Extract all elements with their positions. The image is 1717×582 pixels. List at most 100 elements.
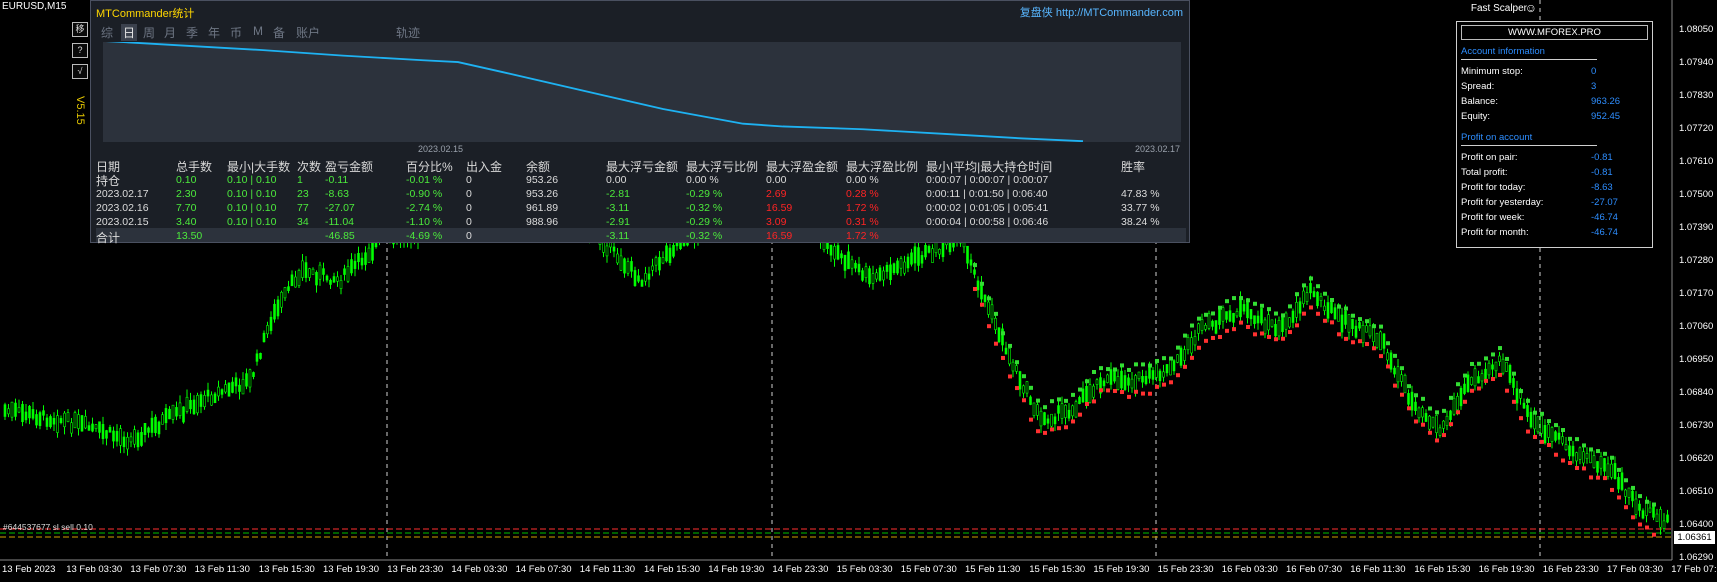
candle-body (658, 256, 661, 271)
candle-body (1389, 352, 1393, 370)
table-cell: 0.00 (766, 174, 787, 186)
trade-marker-buy (1372, 346, 1376, 351)
trade-marker-buy (1162, 382, 1166, 387)
info-panel-title: WWW.MFOREX.PRO (1461, 25, 1648, 40)
tab-trajectory[interactable]: 轨迹 (396, 24, 420, 41)
tab-summary[interactable]: 综 (101, 24, 113, 41)
trade-marker-buy (1316, 311, 1320, 316)
info-label: Spread: (1461, 81, 1495, 92)
candle-body (619, 255, 623, 271)
tab-year[interactable]: 年 (208, 24, 220, 41)
candle-body (1225, 311, 1228, 320)
trade-marker-buy (1365, 342, 1369, 347)
tab-day[interactable]: 日 (121, 24, 138, 41)
table-cell: -0.11 (325, 174, 349, 186)
time-axis-label: 15 Feb 23:30 (1157, 564, 1214, 575)
candle-body (140, 431, 143, 446)
trade-marker-buy (1589, 475, 1593, 480)
candle-body (287, 286, 290, 291)
tab-m[interactable]: M (253, 24, 263, 38)
trade-marker-buy (1134, 389, 1138, 394)
trade-marker-sell (1512, 371, 1516, 376)
trade-marker-sell (1582, 443, 1586, 448)
candle-body (1610, 463, 1613, 478)
time-axis-label: 14 Feb 23:30 (772, 564, 829, 575)
candle-body (227, 382, 231, 397)
panel-site-link[interactable]: 复盘侠 http://MTCommander.com (1020, 4, 1183, 20)
tab-month[interactable]: 月 (164, 24, 176, 41)
price-axis[interactable]: 1.08050 1.07940 1.07830 1.07720 1.07610 1.075… (1673, 0, 1717, 563)
trade-marker-buy (1323, 318, 1327, 323)
trade-marker-sell (1211, 311, 1215, 316)
candle-body (1634, 498, 1638, 515)
candle-body (1109, 369, 1113, 385)
trade-marker-sell (1645, 499, 1649, 504)
trade-marker-buy (1337, 332, 1341, 337)
trade-marker-sell (1624, 478, 1628, 483)
candle-body (637, 275, 640, 282)
trade-marker-buy (1631, 515, 1635, 520)
trade-marker-sell (1015, 360, 1019, 365)
trade-marker-buy (1071, 419, 1075, 424)
tab-week[interactable]: 周 (143, 24, 155, 41)
help-button[interactable]: ? (72, 43, 88, 58)
candle-body (49, 416, 52, 428)
trade-marker-buy (1645, 525, 1649, 530)
candle-body (924, 244, 927, 258)
trade-marker-buy (1169, 380, 1173, 385)
candle-body (843, 254, 847, 271)
trade-marker-buy (1421, 422, 1425, 427)
table-cell: 0.10 | 0.10 (227, 174, 277, 186)
trade-marker-buy (1540, 439, 1544, 444)
candle-body (1319, 296, 1323, 301)
move-button[interactable]: 移 (72, 22, 88, 37)
candle-body (1603, 458, 1606, 472)
time-axis-label: 17 Feb 03:30 (1607, 564, 1663, 575)
candle-body (1578, 447, 1582, 460)
trade-marker-sell (1204, 312, 1208, 317)
candle-body (1330, 301, 1333, 314)
trade-marker-buy (1281, 336, 1285, 341)
trade-marker-buy (1141, 391, 1145, 396)
tab-quarter[interactable]: 季 (186, 24, 198, 41)
price-axis-label: 1.07060 (1679, 321, 1714, 332)
candle-body (283, 287, 287, 299)
trade-marker-sell (1365, 319, 1369, 324)
trade-marker-buy (1106, 388, 1110, 393)
candle-body (301, 260, 304, 278)
candle-body (1452, 397, 1456, 415)
candle-body (1547, 424, 1550, 438)
info-value: 952.45 (1591, 111, 1621, 122)
candle-body (1025, 381, 1029, 394)
candle-body (1106, 374, 1109, 383)
left-toolbar: 移 ? √ (72, 22, 88, 85)
col-count: 次数 (297, 160, 322, 174)
col-max-fp-pct: 最大浮盈比例 (846, 160, 919, 174)
trade-marker-buy (1624, 505, 1628, 510)
table-cell: 0 (466, 216, 472, 228)
account-info-panel: WWW.MFOREX.PRO Account information Minim… (1456, 21, 1653, 248)
trade-marker-sell (1393, 353, 1397, 358)
table-cell: 2023.02.17 (96, 188, 149, 200)
candle-body (77, 414, 80, 429)
trade-marker-sell (1232, 296, 1236, 301)
tab-currency[interactable]: 币 (230, 24, 242, 41)
trade-marker-buy (1113, 388, 1117, 393)
check-button[interactable]: √ (72, 64, 88, 79)
candle-body (1004, 347, 1008, 355)
candle-body (24, 411, 28, 421)
candle-body (612, 246, 616, 252)
trade-marker-sell (1316, 284, 1320, 289)
table-cell: -0.32 % (686, 230, 723, 242)
candle-body (1554, 431, 1557, 441)
candle-body (1183, 349, 1186, 361)
info-value: -27.07 (1591, 197, 1618, 208)
symbol-title: EURUSD,M15 (2, 1, 67, 12)
tab-backup[interactable]: 备 (273, 24, 285, 41)
candle-body (1529, 411, 1533, 428)
candle-body (1501, 358, 1505, 374)
candle-body (56, 415, 59, 433)
candle-body (1256, 315, 1260, 324)
tab-account[interactable]: 账户 (296, 24, 320, 41)
candle-body (836, 245, 840, 260)
